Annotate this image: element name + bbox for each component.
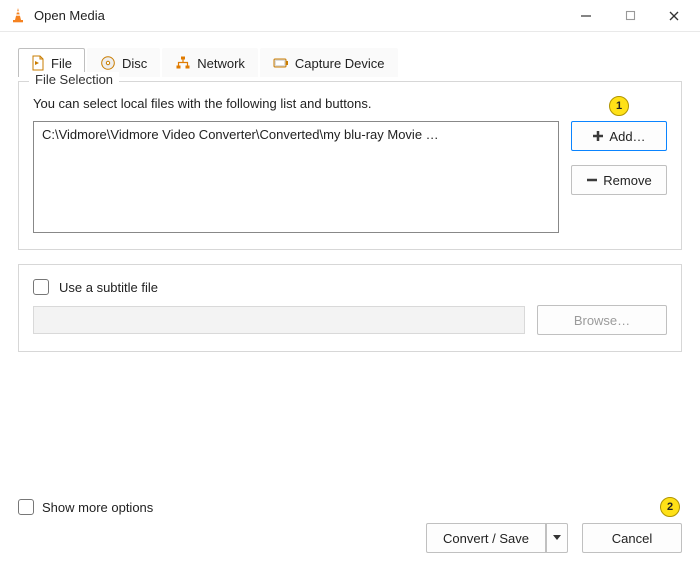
button-label: Remove — [603, 173, 651, 188]
button-label: Browse… — [574, 313, 630, 328]
file-selection-description: You can select local files with the foll… — [33, 96, 667, 111]
convert-save-dropdown[interactable] — [546, 523, 568, 553]
convert-save-button[interactable]: Convert / Save — [426, 523, 546, 553]
vlc-cone-icon — [8, 6, 28, 26]
browse-button[interactable]: Browse… — [537, 305, 667, 335]
footer: Show more options 2 Convert / Save Cance… — [0, 497, 700, 553]
button-label: Add… — [609, 129, 645, 144]
tab-label: Disc — [122, 56, 147, 71]
list-item[interactable]: C:\Vidmore\Vidmore Video Converter\Conve… — [40, 126, 441, 143]
tab-network[interactable]: Network — [162, 48, 258, 77]
add-button[interactable]: Add… — [571, 121, 667, 151]
window-title: Open Media — [34, 8, 105, 23]
file-list[interactable]: C:\Vidmore\Vidmore Video Converter\Conve… — [33, 121, 559, 233]
remove-button[interactable]: Remove — [571, 165, 667, 195]
file-selection-group: File Selection You can select local file… — [18, 81, 682, 250]
network-icon — [175, 55, 191, 71]
annotation-badge-2: 2 — [660, 497, 680, 517]
subtitle-group: Use a subtitle file Browse… — [18, 264, 682, 352]
show-more-options-checkbox[interactable] — [18, 499, 34, 515]
chevron-down-icon — [553, 535, 561, 541]
maximize-button[interactable] — [608, 2, 652, 30]
tab-label: File — [51, 56, 72, 71]
tab-label: Capture Device — [295, 56, 385, 71]
button-label: Cancel — [612, 531, 652, 546]
subtitle-path-field — [33, 306, 525, 334]
use-subtitle-checkbox[interactable] — [33, 279, 49, 295]
plus-icon — [592, 130, 604, 142]
tab-capture[interactable]: Capture Device — [260, 48, 398, 77]
file-icon — [31, 55, 45, 71]
convert-save-split-button[interactable]: Convert / Save — [426, 523, 568, 553]
minus-icon — [586, 174, 598, 186]
close-button[interactable] — [652, 2, 696, 30]
tab-label: Network — [197, 56, 245, 71]
group-legend: File Selection — [29, 72, 119, 87]
disc-icon — [100, 55, 116, 71]
button-label: Convert / Save — [443, 531, 529, 546]
tab-bar: File Disc Network Capture Device — [0, 32, 700, 77]
checkbox-label: Show more options — [42, 500, 153, 515]
checkbox-label: Use a subtitle file — [59, 280, 158, 295]
minimize-button[interactable] — [564, 2, 608, 30]
annotation-badge-1: 1 — [609, 96, 629, 116]
capture-icon — [273, 56, 289, 70]
cancel-button[interactable]: Cancel — [582, 523, 682, 553]
titlebar: Open Media — [0, 0, 700, 32]
